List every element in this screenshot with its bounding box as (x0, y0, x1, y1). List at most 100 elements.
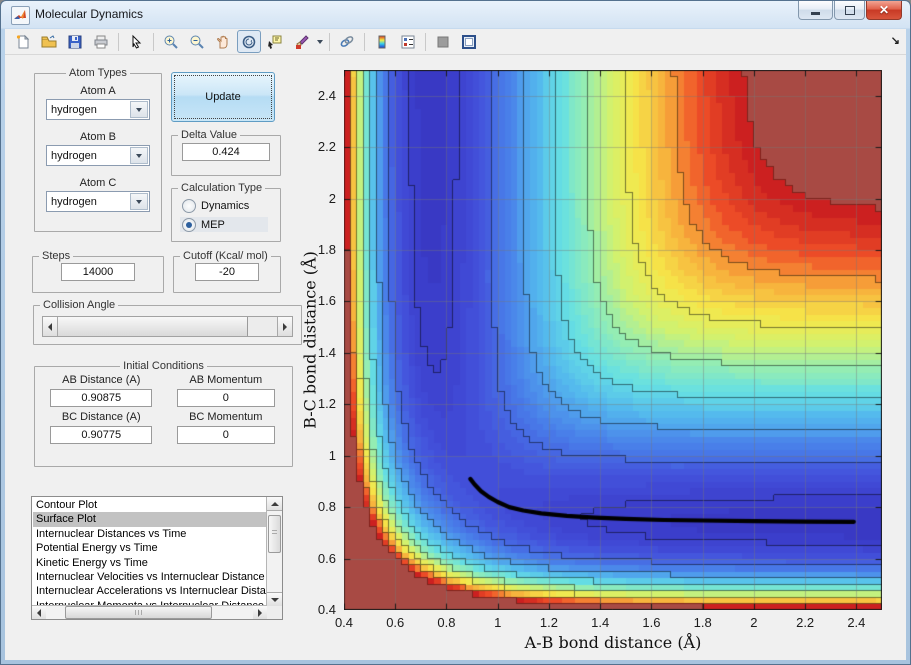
ab-distance-input[interactable] (50, 389, 153, 407)
list-item[interactable]: Internuclear Accelerations vs Internucle… (33, 584, 266, 598)
app-window: Molecular Dynamics ✕ ↘ Atom Types Atom A… (0, 0, 911, 665)
atom-c-dropdown[interactable]: hydrogen (46, 191, 150, 212)
list-item[interactable]: Contour Plot (33, 498, 266, 512)
zoom-out-button[interactable] (185, 30, 209, 53)
chevron-down-icon (136, 199, 142, 204)
bc-momentum-input[interactable] (176, 426, 275, 444)
pan-hand-button[interactable] (211, 30, 235, 53)
toolbar-separator (153, 32, 154, 51)
close-button[interactable]: ✕ (866, 1, 902, 20)
link-plots-button[interactable] (335, 30, 359, 53)
atom-b-label: Atom B (79, 131, 117, 143)
atom-c-label: Atom C (79, 177, 117, 189)
list-item[interactable]: Internuclear Distances vs Time (33, 527, 266, 541)
atom-a-dropdown-button[interactable] (130, 101, 148, 118)
restore-icon (844, 5, 855, 15)
save-button[interactable] (63, 30, 87, 53)
dock-figure-icon (462, 34, 476, 49)
restore-button[interactable] (834, 1, 865, 20)
open-file-icon (41, 34, 57, 47)
print-icon (94, 35, 108, 48)
collision-angle-slider[interactable] (42, 316, 293, 337)
list-item[interactable]: Kinetic Energy vs Time (33, 556, 266, 570)
toolbar-separator (425, 32, 426, 51)
y-tick-label: 0.8 (317, 499, 336, 515)
figure-content: Atom Types Atom A hydrogen Atom B hydrog… (5, 55, 906, 660)
toolbar-separator (329, 32, 330, 51)
titlebar[interactable]: Molecular Dynamics ✕ (5, 1, 906, 29)
list-item[interactable]: Surface Plot (33, 512, 266, 527)
arrow-cursor-icon (132, 34, 142, 49)
cutoff-input[interactable] (195, 263, 259, 281)
list-item[interactable]: Potential Energy vs Time (33, 541, 266, 555)
print-button[interactable] (89, 30, 113, 53)
close-icon: ✕ (878, 3, 890, 17)
atom-types-title: Atom Types (69, 67, 127, 79)
update-button[interactable]: Update (171, 72, 275, 122)
y-tick-label: 2.4 (317, 87, 336, 103)
x-tick-label: 2 (750, 615, 758, 630)
chevron-down-icon (136, 107, 142, 112)
inactive-square-button[interactable] (431, 30, 455, 53)
minimize-button[interactable] (798, 1, 833, 20)
scroll-left-button[interactable] (32, 606, 46, 619)
x-tick-label: 0.4 (334, 615, 354, 630)
brush-button[interactable] (289, 30, 313, 53)
open-file-button[interactable] (37, 30, 61, 53)
list-item[interactable]: Internuclear Velocities vs Internuclear … (33, 570, 266, 584)
slider-thumb[interactable] (58, 317, 249, 336)
atom-a-dropdown[interactable]: hydrogen (46, 99, 150, 120)
zoom-in-button[interactable] (159, 30, 183, 53)
link-plots-icon (340, 35, 354, 47)
y-tick-label: 1 (328, 447, 336, 463)
slider-left-button[interactable] (43, 317, 58, 336)
radio-mep[interactable]: MEP (180, 217, 268, 232)
atom-types-panel: Atom Types Atom A hydrogen Atom B hydrog… (34, 67, 162, 232)
atom-b-dropdown[interactable]: hydrogen (46, 145, 150, 166)
zoom-in-icon (164, 35, 178, 49)
arrow-down-icon (270, 597, 279, 602)
atom-c-dropdown-button[interactable] (130, 193, 148, 210)
list-vertical-scrollbar[interactable] (266, 497, 282, 606)
ab-distance-label: AB Distance (A) (62, 374, 141, 386)
new-file-button[interactable] (11, 30, 35, 53)
toolbar-separator (118, 32, 119, 51)
colorbar-button[interactable] (370, 30, 394, 53)
collision-angle-panel: Collision Angle (33, 299, 302, 345)
bc-distance-input[interactable] (50, 426, 153, 444)
scroll-down-button[interactable] (267, 592, 282, 606)
scroll-up-button[interactable] (267, 497, 282, 511)
rotate-3d-button[interactable] (237, 30, 261, 53)
pes-plot-canvas[interactable] (344, 70, 882, 610)
cutoff-panel: Cutoff (Kcal/ mol) (173, 250, 281, 293)
scroll-right-button[interactable] (253, 606, 267, 619)
vertical-scroll-thumb[interactable] (268, 515, 281, 553)
data-cursor-button[interactable] (263, 30, 287, 53)
slider-track[interactable] (248, 317, 277, 336)
arrow-left-icon (48, 322, 52, 331)
steps-panel: Steps (32, 250, 164, 293)
radio-dynamics[interactable]: Dynamics (180, 198, 280, 213)
radio-icon (182, 198, 196, 213)
ab-momentum-input[interactable] (176, 389, 275, 407)
arrow-cursor-button[interactable] (124, 30, 148, 53)
delta-value-input[interactable] (182, 143, 270, 161)
y-tick-label: 2 (328, 190, 336, 206)
pan-hand-icon (217, 35, 228, 48)
horizontal-scroll-thumb[interactable] (64, 606, 213, 619)
delta-value-panel: Delta Value (171, 129, 281, 176)
calculation-type-title: Calculation Type (181, 182, 263, 194)
brush-dropdown-button[interactable] (315, 31, 324, 52)
x-tick-label: 1.2 (539, 615, 558, 630)
legend-button[interactable] (396, 30, 420, 53)
atom-b-dropdown-button[interactable] (130, 147, 148, 164)
toolbar-overflow-arrow[interactable]: ↘ (891, 34, 900, 47)
y-tick-label: 2.2 (317, 139, 336, 155)
list-horizontal-scrollbar[interactable] (32, 605, 267, 619)
slider-right-button[interactable] (277, 317, 292, 336)
matlab-app-icon (11, 6, 30, 25)
dock-figure-button[interactable] (457, 30, 481, 53)
steps-input[interactable] (61, 263, 135, 281)
arrow-up-icon (270, 501, 279, 506)
y-tick-label: 0.4 (317, 602, 336, 617)
